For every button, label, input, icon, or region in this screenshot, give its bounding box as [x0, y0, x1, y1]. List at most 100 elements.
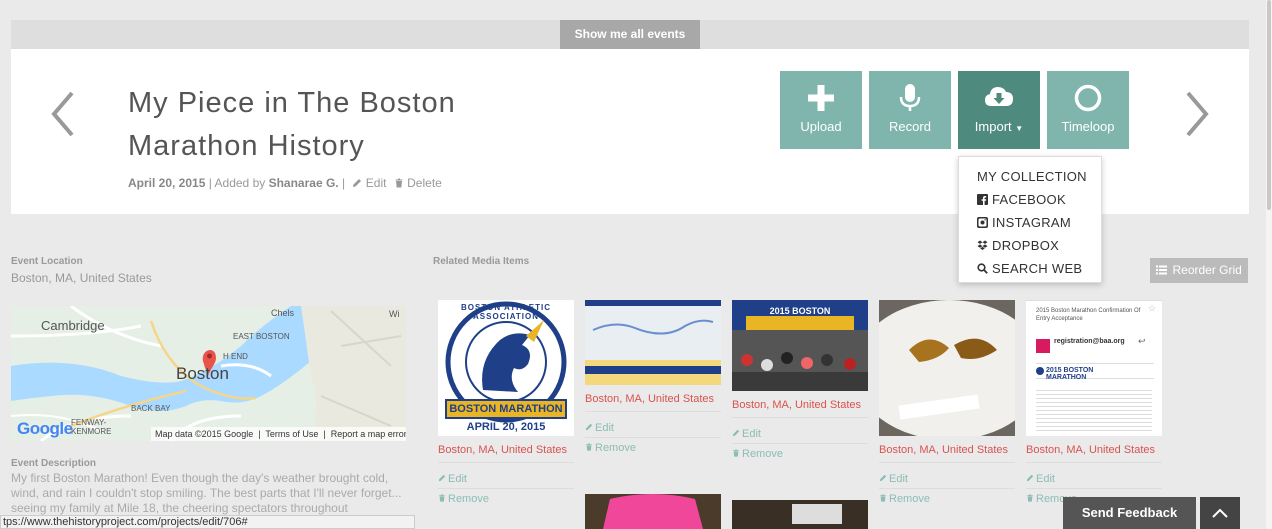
delete-event-link[interactable]: Delete	[394, 176, 442, 190]
scroll-to-top-button[interactable]	[1200, 497, 1240, 529]
menu-item-search-web[interactable]: SEARCH WEB	[959, 257, 1101, 280]
circle-icon	[1074, 84, 1102, 112]
media-item	[585, 494, 721, 529]
menu-item-facebook[interactable]: FACEBOOK	[959, 188, 1101, 211]
dropbox-icon	[977, 240, 988, 250]
menu-item-dropbox[interactable]: DROPBOX	[959, 234, 1101, 257]
map-label-back-bay: BACK BAY	[131, 404, 171, 413]
scrollbar-thumb[interactable]	[1267, 0, 1271, 210]
doc-title: 2015 Boston Marathon Confirmation Of Ent…	[1036, 308, 1141, 322]
import-dropdown-menu: MY COLLECTION FACEBOOK INSTAGRAM DROPBOX…	[958, 156, 1102, 283]
google-logo: Google	[17, 419, 73, 438]
media-remove-link[interactable]: Remove	[438, 493, 489, 505]
next-event-arrow-icon[interactable]	[1182, 89, 1212, 139]
status-bar-url: tps://www.thehistoryproject.com/projects…	[0, 515, 415, 529]
map-label-cambridge: Cambridge	[41, 318, 105, 333]
map-label-boston: Boston	[176, 364, 229, 383]
media-item: 2015 Boston Marathon Confirmation Of Ent…	[1026, 300, 1162, 510]
upload-button[interactable]: Upload	[780, 71, 862, 149]
related-media-label: Related Media Items	[433, 256, 530, 267]
import-button[interactable]: Import ▼	[958, 71, 1040, 149]
media-remove-link[interactable]: Remove	[585, 442, 636, 454]
map-label-wi: Wi	[389, 309, 400, 319]
event-location-map[interactable]: Cambridge EAST BOSTON H END Boston BACK …	[11, 306, 406, 441]
trash-icon	[395, 178, 403, 188]
fortune-cookie-photo	[879, 300, 1015, 436]
event-author[interactable]: Shanarae G.	[269, 176, 339, 190]
media-thumbnail[interactable]	[732, 500, 868, 529]
trash-icon	[586, 443, 592, 451]
event-description-label: Event Description	[11, 458, 97, 469]
media-thumbnail[interactable]	[879, 300, 1015, 436]
media-location: Boston, MA, United States	[1026, 444, 1156, 456]
doc-body-lines	[1036, 387, 1152, 431]
media-thumbnail[interactable]: BOSTON ATHLETIC ASSOCIATION BOSTON MARAT…	[438, 300, 574, 436]
event-location-label: Event Location	[11, 256, 83, 267]
edit-event-link[interactable]: Edit	[352, 176, 389, 190]
map-report-link[interactable]: Report a map error	[331, 429, 406, 439]
previous-event-arrow-icon[interactable]	[48, 89, 78, 139]
event-location-value: Boston, MA, United States	[11, 271, 152, 285]
map-footer: Map data ©2015 Google | Terms of Use | R…	[151, 427, 406, 441]
doc-email: registration@baa.org	[1054, 338, 1125, 345]
record-button[interactable]: Record	[869, 71, 951, 149]
media-item: Boston, MA, United States Edit Remove	[585, 300, 721, 480]
timeloop-button[interactable]: Timeloop	[1047, 71, 1129, 149]
cloud-download-icon	[985, 87, 1013, 106]
event-date: April 20, 2015	[128, 176, 206, 190]
media-edit-link[interactable]: Edit	[1026, 473, 1055, 485]
media-edit-link[interactable]: Edit	[879, 473, 908, 485]
photo-banner-text: 2015 BOSTON	[769, 306, 831, 316]
logo-banner-text: BOSTON MARATHON	[449, 403, 563, 415]
media-thumbnail[interactable]	[585, 300, 721, 385]
added-by-prefix: Added by	[214, 176, 266, 190]
media-thumbnail[interactable]: 2015 BOSTON	[732, 300, 868, 391]
media-location: Boston, MA, United States	[585, 393, 715, 405]
chevron-up-icon	[1212, 508, 1228, 518]
media-remove-link[interactable]: Remove	[732, 448, 783, 460]
logo-text-top: BOSTON ATHLETIC ASSOCIATION	[461, 303, 551, 321]
map-label-north-end: H END	[223, 352, 248, 361]
baa-logo-icon	[1036, 367, 1044, 375]
course-map-image	[585, 300, 721, 385]
media-edit-link[interactable]: Edit	[585, 422, 614, 434]
media-edit-link[interactable]: Edit	[438, 473, 467, 485]
search-icon	[977, 263, 988, 274]
caret-down-icon: ▼	[1015, 124, 1024, 133]
map-label-fenway: FENWAY- KENMORE	[71, 418, 112, 436]
media-item: Boston, MA, United States Edit Remove	[879, 300, 1015, 510]
map-terms-link[interactable]: Terms of Use	[265, 429, 318, 439]
instagram-icon	[977, 217, 988, 228]
microphone-icon	[899, 84, 921, 111]
sender-avatar	[1036, 339, 1050, 353]
pencil-icon	[879, 474, 887, 482]
plus-icon	[808, 85, 834, 111]
doc-brand: 2015 BOSTON MARATHON	[1046, 367, 1094, 381]
star-icon: ☆	[1148, 303, 1157, 313]
media-thumbnail[interactable]	[585, 494, 721, 529]
list-icon	[1156, 265, 1168, 275]
reorder-grid-button[interactable]: Reorder Grid	[1150, 258, 1248, 283]
map-label-east-boston: EAST BOSTON	[233, 332, 290, 341]
media-item: BOSTON ATHLETIC ASSOCIATION BOSTON MARAT…	[438, 300, 574, 510]
logo-date-text: APRIL 20, 2015	[466, 421, 546, 433]
media-item: 2015 BOSTON Boston, MA, United States Ed…	[732, 300, 868, 480]
show-all-events-button[interactable]: Show me all events	[560, 20, 700, 49]
pencil-icon	[353, 179, 362, 187]
menu-item-instagram[interactable]: INSTAGRAM	[959, 211, 1101, 234]
media-remove-link[interactable]: Remove	[879, 493, 930, 505]
event-description-text: My first Boston Marathon! Even though th…	[11, 471, 402, 515]
media-location: Boston, MA, United States	[732, 399, 862, 411]
media-item	[732, 500, 868, 529]
menu-item-my-collection[interactable]: MY COLLECTION	[959, 165, 1101, 188]
send-feedback-button[interactable]: Send Feedback	[1063, 497, 1196, 529]
pink-shirt-photo	[585, 494, 721, 529]
map-label-chelsea: Chels	[271, 308, 295, 318]
pencil-icon	[1026, 474, 1034, 482]
media-thumbnail[interactable]: 2015 Boston Marathon Confirmation Of Ent…	[1026, 300, 1162, 436]
trash-icon	[880, 494, 886, 502]
event-title: My Piece in The Boston Marathon History	[128, 87, 456, 162]
pencil-icon	[732, 429, 740, 437]
bib-photo	[732, 500, 868, 529]
media-edit-link[interactable]: Edit	[732, 428, 761, 440]
